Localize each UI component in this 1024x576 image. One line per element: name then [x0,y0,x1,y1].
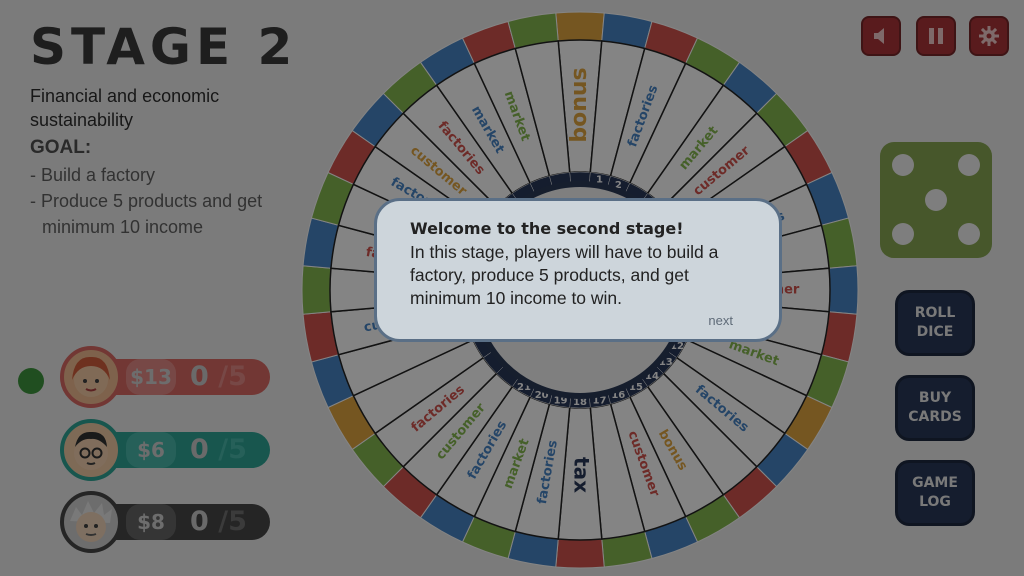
board-bonus-label: bonus [567,67,592,142]
board-outer-space [301,265,332,315]
dialog-body: In this stage, players will have to buil… [410,242,719,308]
board-outer-space [555,11,605,42]
welcome-dialog: Welcome to the second stage! In this sta… [374,198,782,342]
next-link[interactable]: next [708,313,733,328]
board-outer-space [555,538,605,569]
board-outer-space [828,265,859,315]
dialog-title: Welcome to the second stage! [410,219,684,238]
board-tax-label: tax [570,457,594,493]
